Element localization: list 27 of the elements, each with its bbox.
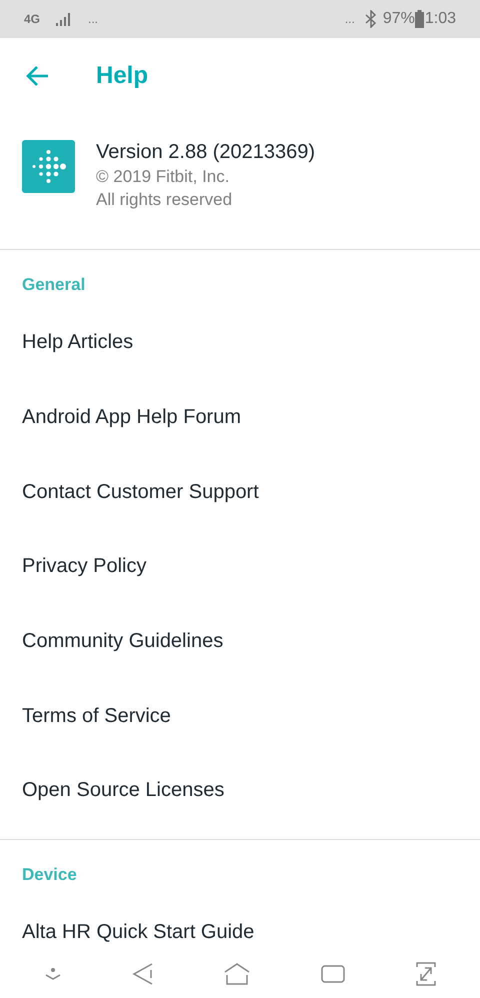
- app-logo-icon: [22, 140, 75, 193]
- version-text: Version 2.88 (20213369): [96, 140, 316, 165]
- section-header: General: [22, 275, 86, 294]
- more-indicator: ...: [88, 11, 98, 28]
- clock: 1:03: [424, 9, 456, 29]
- menu-item[interactable]: Contact Customer Support: [22, 476, 259, 507]
- battery-level: 97%: [382, 9, 415, 29]
- network-type: 4G: [24, 11, 40, 28]
- menu-item[interactable]: Android App Help Forum: [22, 402, 242, 432]
- battery-icon: [414, 10, 424, 28]
- expand-icon[interactable]: [415, 961, 438, 987]
- section-header: Device: [22, 864, 77, 884]
- menu-item[interactable]: Community Guidelines: [22, 626, 224, 656]
- menu-item[interactable]: Privacy Policy: [22, 551, 146, 582]
- menu-item[interactable]: Terms of Service: [22, 700, 171, 731]
- page-title: Help: [96, 61, 148, 91]
- back-arrow-icon[interactable]: [25, 65, 49, 87]
- menu-item[interactable]: Help Articles: [22, 327, 134, 358]
- home-icon[interactable]: [222, 963, 251, 985]
- copyright-text: © 2019 Fitbit, Inc.: [96, 166, 230, 188]
- recent-apps-icon[interactable]: [320, 964, 346, 984]
- bluetooth-icon: [364, 10, 377, 28]
- menu-item[interactable]: Open Source Licenses: [22, 775, 224, 806]
- rights-text: All rights reserved: [96, 189, 234, 211]
- more-indicator: ...: [344, 11, 355, 28]
- menu-item[interactable]: Alta HR Quick Start Guide: [22, 917, 254, 948]
- back-icon[interactable]: [132, 962, 154, 986]
